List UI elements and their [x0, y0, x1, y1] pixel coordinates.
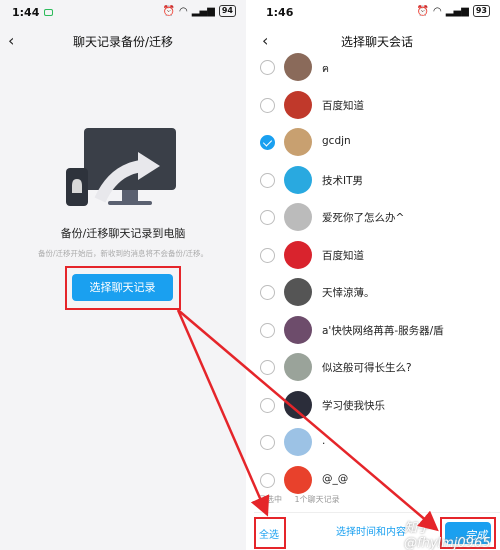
contact-row[interactable]: ฅ — [254, 50, 500, 87]
checkbox-unchecked-icon[interactable] — [260, 247, 275, 263]
checkbox-unchecked-icon[interactable] — [260, 472, 275, 488]
page-title: 聊天记录备份/迁移 — [72, 35, 174, 49]
highlight-box-select-all: 全选 — [254, 517, 286, 549]
contact-name: 学习使我快乐 — [322, 399, 385, 412]
transfer-arrow-icon — [94, 152, 160, 203]
contact-row[interactable]: 技术IT男 — [254, 163, 500, 200]
selected-label: 已选中 — [258, 495, 282, 504]
chat-notification-icon — [44, 9, 53, 16]
contact-name: ฅ — [322, 63, 330, 75]
checkbox-unchecked-icon[interactable] — [260, 60, 275, 75]
contact-row[interactable]: gcdjn — [254, 125, 500, 162]
checkbox-unchecked-icon[interactable] — [260, 397, 275, 413]
page-title: 选择聊天会话 — [340, 35, 413, 49]
select-all-button[interactable]: 全选 — [259, 526, 279, 541]
wifi-icon: ◠ — [179, 5, 188, 17]
bottom-bar: 全选 选择时间和内容 完成 知乎 @fhylmj0965 — [254, 512, 500, 550]
contact-name: 天悻涼薄。 — [322, 287, 375, 299]
contact-row[interactable]: . — [254, 425, 500, 462]
contact-name: 似这般可得长生么? — [322, 362, 412, 374]
backup-headline: 备份/迁移聊天记录到电脑 — [60, 227, 186, 240]
backup-subline: 备份/迁移开始后，新收到的消息将不会备份/迁移。 — [37, 249, 209, 258]
contact-name: 技术IT男 — [322, 174, 364, 187]
contact-name: 百度知道 — [322, 99, 364, 112]
avatar-panda-icon — [284, 165, 312, 194]
wifi-icon: ◠ — [433, 5, 442, 17]
avatar-pattern-icon — [284, 353, 312, 381]
checkbox-unchecked-icon[interactable] — [260, 435, 275, 450]
left-screen: 1:44 ⏰ ◠ ▂▄▆ 94 ‹ 聊天记录备份/迁移 备份/迁移聊天记录到电脑… — [0, 0, 246, 550]
signal-icon: ▂▄▆ — [445, 5, 469, 17]
select-time-content-link[interactable]: 选择时间和内容 — [336, 523, 406, 538]
highlight-box-select-button: 选择聊天记录 — [65, 266, 181, 310]
status-icons: ⏰ ◠ ▂▄▆ 93 — [417, 5, 490, 17]
contact-row[interactable]: 似这般可得长生么? — [254, 350, 500, 387]
avatar-cat-icon — [284, 128, 312, 156]
avatar-red-icon — [284, 465, 312, 494]
avatar-dark-icon — [284, 390, 312, 419]
nav-bar: ‹ 聊天记录备份/迁移 — [0, 28, 246, 54]
signal-icon: ▂▄▆ — [191, 5, 215, 17]
checkbox-unchecked-icon[interactable] — [260, 322, 275, 338]
contact-name: a'快快网络苒苒-服务器/盾 — [322, 324, 444, 337]
select-chat-records-button[interactable]: 选择聊天记录 — [72, 274, 173, 301]
avatar-photo-icon — [284, 53, 312, 81]
alarm-icon: ⏰ — [162, 5, 176, 17]
avatar-decorative-icon — [284, 90, 312, 119]
checkbox-checked-icon[interactable] — [260, 135, 275, 150]
avatar-girl-icon — [284, 315, 312, 344]
contact-row[interactable]: 百度知道 — [254, 238, 500, 275]
right-screen: 1:46 ⏰ ◠ ▂▄▆ 93 ‹ 选择聊天会话 ฅ百度知道 gcdjn 技术IT男… — [254, 0, 500, 550]
watermark: 知乎 @fhylmj0965 — [404, 521, 491, 550]
contact-name: gcdjn — [322, 135, 351, 147]
contact-row[interactable]: 爱死你了怎么办^ — [254, 200, 500, 237]
contact-name: 爱死你了怎么办^ — [322, 212, 405, 224]
checkbox-unchecked-icon[interactable] — [260, 172, 275, 188]
selected-count: 1个聊天记录 — [294, 495, 340, 504]
battery-icon: 94 — [218, 5, 236, 17]
alarm-icon: ⏰ — [416, 5, 430, 17]
status-icons: ⏰ ◠ ▂▄▆ 94 — [163, 5, 236, 17]
checkbox-unchecked-icon[interactable] — [260, 97, 275, 113]
status-time: 1:46 — [266, 6, 294, 19]
status-bar: 1:46 ⏰ ◠ ▂▄▆ 93 — [254, 0, 500, 26]
avatar-bear-icon — [284, 278, 312, 306]
checkbox-unchecked-icon[interactable] — [260, 210, 275, 225]
contact-row[interactable]: 百度知道 — [254, 88, 500, 125]
checkbox-unchecked-icon[interactable] — [260, 360, 275, 375]
contact-row[interactable]: 学习使我快乐 — [254, 388, 500, 425]
status-bar: 1:44 ⏰ ◠ ▂▄▆ 94 — [0, 0, 246, 26]
avatar-anime-icon — [284, 428, 312, 456]
contact-row[interactable]: a'快快网络苒苒-服务器/盾 — [254, 313, 500, 350]
status-time: 1:44 — [12, 6, 40, 19]
phone-icon — [66, 168, 88, 206]
avatar-text-icon — [284, 240, 312, 269]
checkbox-unchecked-icon[interactable] — [260, 285, 275, 300]
backup-illustration — [60, 128, 190, 214]
contact-name: . — [322, 435, 326, 447]
contact-name: @_@ — [322, 472, 349, 485]
contact-row[interactable]: 天悻涼薄。 — [254, 275, 500, 312]
battery-icon: 93 — [472, 5, 490, 17]
contact-name: 百度知道 — [322, 249, 364, 262]
avatar-sketch-icon — [284, 203, 312, 231]
selection-summary: 已选中 1个聊天记录 — [258, 494, 340, 505]
